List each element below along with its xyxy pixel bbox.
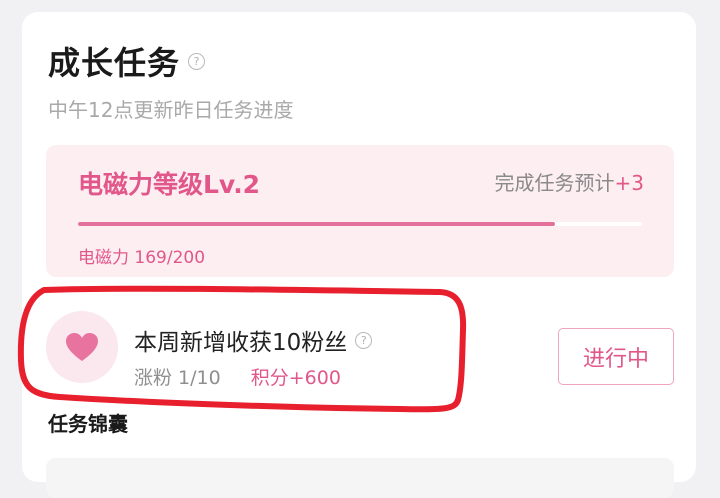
task-icon-circle	[46, 311, 118, 383]
tips-panel	[46, 458, 674, 498]
estimate-label: 完成任务预计	[494, 171, 615, 195]
task-meta: 涨粉 1/10 积分+600	[134, 363, 341, 390]
fans-progress: 涨粉 1/10	[134, 367, 221, 389]
task-title: 本周新增收获10粉丝	[134, 330, 348, 356]
title-row: 成长任务 ?	[48, 38, 206, 84]
level-progress-text: 电磁力 169/200	[78, 248, 206, 268]
points-reward: 积分+600	[250, 367, 341, 389]
in-progress-button[interactable]: 进行中	[558, 328, 674, 385]
task-title-row: 本周新增收获10粉丝 ?	[134, 323, 373, 357]
level-title: 电磁力等级Lv.2	[78, 170, 261, 199]
level-estimate: 完成任务预计+3	[495, 167, 644, 196]
level-progress-fill	[78, 222, 555, 226]
page-title: 成长任务	[48, 44, 181, 82]
section-title-tips: 任务锦囊	[48, 412, 128, 436]
question-circle-icon[interactable]: ?	[188, 52, 206, 70]
heart-icon	[66, 333, 98, 361]
question-circle-icon[interactable]: ?	[355, 331, 373, 349]
growth-task-card: 成长任务 ? 中午12点更新昨日任务进度 电磁力等级Lv.2 完成任务预计+3 …	[22, 12, 696, 498]
estimate-value: +3	[614, 171, 644, 195]
update-note: 中午12点更新昨日任务进度	[48, 98, 294, 122]
task-item: 本周新增收获10粉丝 ? 涨粉 1/10 积分+600 进行中	[46, 299, 674, 389]
level-panel: 电磁力等级Lv.2 完成任务预计+3 电磁力 169/200	[46, 145, 674, 277]
level-progress-bar	[78, 222, 642, 226]
